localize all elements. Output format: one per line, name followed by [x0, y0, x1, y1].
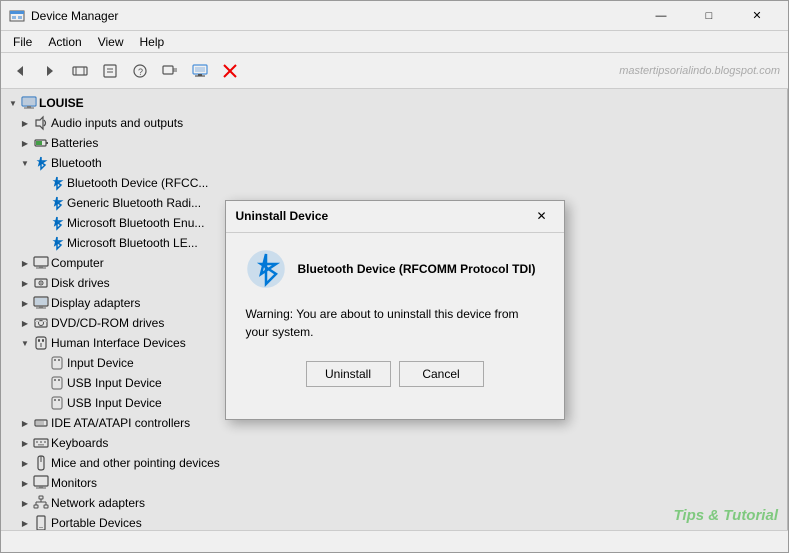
uninstall-button[interactable]: Uninstall	[306, 361, 391, 387]
main-window: Device Manager — □ ✕ File Action View He…	[0, 0, 789, 553]
cancel-button[interactable]: Cancel	[399, 361, 484, 387]
status-bar	[1, 530, 788, 552]
dialog-warning-text: Warning: You are about to uninstall this…	[246, 305, 544, 341]
toolbar: ? mastertipsorialindo.blogspot.com	[1, 53, 788, 89]
window-controls: — □ ✕	[638, 4, 780, 28]
dialog-close-button[interactable]: ✕	[530, 206, 554, 226]
dialog-bluetooth-icon	[246, 249, 286, 289]
back-button[interactable]	[6, 57, 34, 85]
dialog-title-bar: Uninstall Device ✕	[226, 201, 564, 233]
dialog-device-name: Bluetooth Device (RFCOMM Protocol TDI)	[298, 262, 536, 276]
menu-view[interactable]: View	[90, 33, 132, 51]
uninstall-toolbar-button[interactable]	[216, 57, 244, 85]
title-bar: Device Manager — □ ✕	[1, 1, 788, 31]
window-icon	[9, 8, 25, 24]
content-area: ▼ LOUISE ▶	[1, 89, 788, 530]
dialog-content: Bluetooth Device (RFCOMM Protocol TDI) W…	[226, 233, 564, 419]
minimize-button[interactable]: —	[638, 4, 684, 28]
menu-bar: File Action View Help	[1, 31, 788, 53]
svg-text:?: ?	[138, 67, 143, 77]
help-button[interactable]: ?	[126, 57, 154, 85]
menu-file[interactable]: File	[5, 33, 40, 51]
menu-help[interactable]: Help	[132, 33, 173, 51]
uninstall-dialog: Uninstall Device ✕ Bluetooth Device (RFC…	[225, 200, 565, 420]
close-button[interactable]: ✕	[734, 4, 780, 28]
modal-overlay: Uninstall Device ✕ Bluetooth Device (RFC…	[1, 89, 788, 530]
maximize-button[interactable]: □	[686, 4, 732, 28]
menu-action[interactable]: Action	[40, 33, 89, 51]
device-manager-button[interactable]	[186, 57, 214, 85]
show-hidden-button[interactable]	[66, 57, 94, 85]
dialog-device-row: Bluetooth Device (RFCOMM Protocol TDI)	[246, 249, 544, 289]
dialog-buttons: Uninstall Cancel	[246, 361, 544, 403]
scan-button[interactable]	[156, 57, 184, 85]
dialog-title: Uninstall Device	[236, 209, 530, 223]
window-title: Device Manager	[31, 9, 638, 23]
properties-button[interactable]	[96, 57, 124, 85]
watermark: mastertipsorialindo.blogspot.com	[619, 65, 780, 77]
forward-button[interactable]	[36, 57, 64, 85]
